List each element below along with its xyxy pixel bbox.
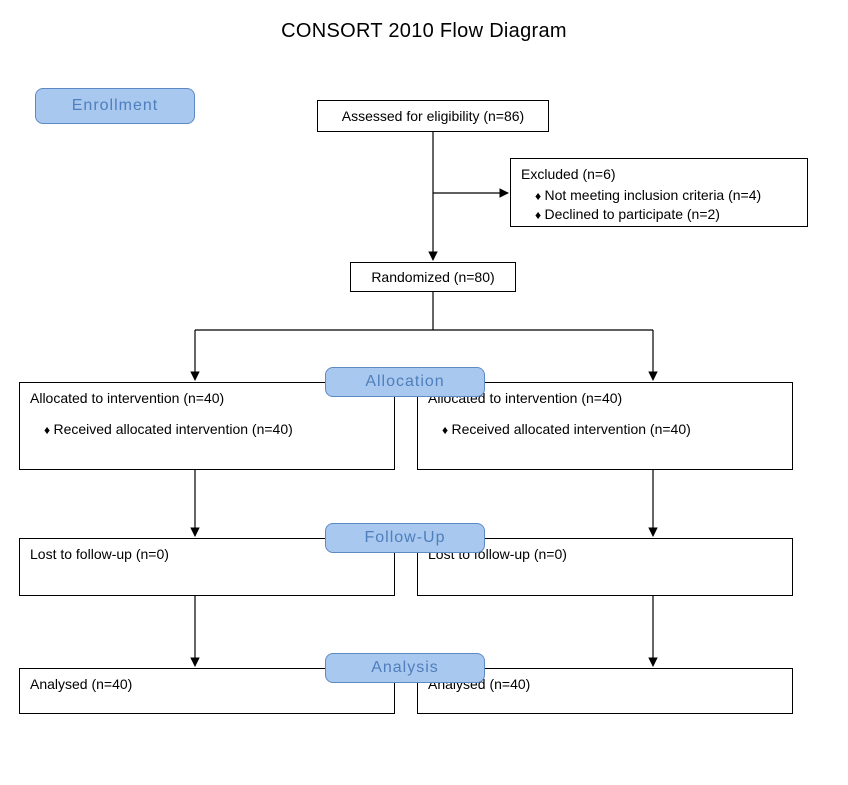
assessed-eligibility-text: Assessed for eligibility (n=86)	[342, 108, 524, 124]
excluded-reason-criteria: Not meeting inclusion criteria (n=4)	[535, 186, 797, 205]
phase-followup-pill: Follow-Up	[325, 523, 485, 553]
phase-enrollment-pill: Enrollment	[35, 88, 195, 124]
allocation-right-received: Received allocated intervention (n=40)	[442, 420, 782, 439]
consort-flow-diagram: CONSORT 2010 Flow Diagram Enrollment All…	[0, 0, 848, 785]
phase-analysis-pill: Analysis	[325, 653, 485, 683]
assessed-eligibility-box: Assessed for eligibility (n=86)	[317, 100, 549, 132]
randomized-text: Randomized (n=80)	[371, 269, 494, 285]
phase-allocation-pill: Allocation	[325, 367, 485, 397]
excluded-box: Excluded (n=6) Not meeting inclusion cri…	[510, 158, 808, 227]
diagram-title: CONSORT 2010 Flow Diagram	[0, 20, 848, 43]
excluded-title: Excluded (n=6)	[521, 165, 797, 184]
followup-left-text: Lost to follow-up (n=0)	[30, 546, 169, 562]
allocation-left-received: Received allocated intervention (n=40)	[44, 420, 384, 439]
excluded-reason-declined: Declined to participate (n=2)	[535, 205, 797, 224]
randomized-box: Randomized (n=80)	[350, 262, 516, 292]
analysis-left-text: Analysed (n=40)	[30, 676, 132, 692]
